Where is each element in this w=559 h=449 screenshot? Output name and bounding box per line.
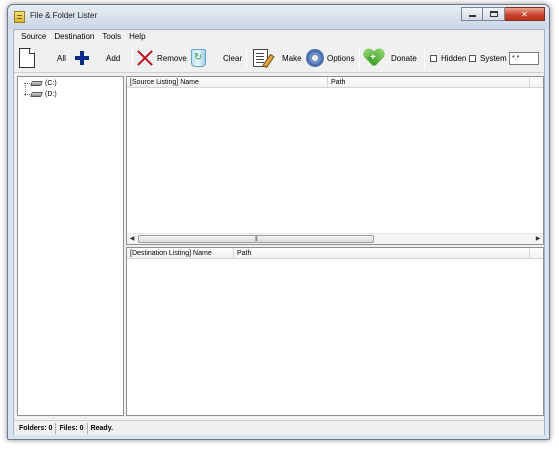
heart-plus-icon: +	[364, 49, 384, 67]
scroll-grip: |||	[254, 236, 258, 242]
drive-icon	[30, 81, 43, 86]
client-area: Source Destination Tools Help All Add Re…	[13, 29, 545, 435]
app-window: File & Folder Lister ✕ Source Destinatio…	[7, 4, 550, 440]
tree-connector	[24, 83, 30, 84]
title-bar[interactable]: File & Folder Lister ✕	[8, 5, 549, 29]
drive-label: (D:)	[45, 91, 57, 98]
add-button[interactable]: Add	[75, 43, 120, 73]
hidden-label: Hidden	[441, 53, 467, 63]
edit-note-icon	[253, 49, 268, 67]
scroll-right-icon[interactable]: ▶	[533, 234, 543, 244]
scroll-thumb[interactable]: |||	[138, 235, 374, 243]
plus-icon	[75, 51, 89, 65]
menu-bar: Source Destination Tools Help	[14, 30, 544, 43]
drive-icon	[30, 92, 43, 97]
system-label: System	[480, 53, 507, 63]
status-files: Files: 0	[56, 422, 88, 434]
donate-button[interactable]: + Donate	[364, 43, 417, 73]
menu-destination[interactable]: Destination	[50, 32, 98, 41]
all-button[interactable]: All	[19, 43, 66, 73]
destination-name-column[interactable]: [Destination Listing] Name	[127, 248, 234, 259]
status-folders: Folders: 0	[16, 422, 57, 434]
donate-label: Donate	[391, 53, 417, 63]
toolbar-separator	[424, 47, 425, 69]
minimize-icon	[468, 15, 476, 17]
add-label: Add	[106, 53, 121, 63]
menu-help[interactable]: Help	[125, 32, 149, 41]
filter-input[interactable]: *.*	[509, 51, 539, 65]
source-list-header: [Source Listing] Name Path	[127, 77, 543, 88]
options-button[interactable]: Options	[306, 43, 355, 73]
filter-field-wrap: *.*	[509, 43, 539, 73]
close-button[interactable]: ✕	[505, 7, 545, 21]
maximize-button[interactable]	[483, 7, 505, 21]
destination-listing[interactable]: [Destination Listing] Name Path	[126, 247, 544, 416]
clear-button[interactable]: Clear	[191, 43, 242, 73]
source-path-column[interactable]: Path	[328, 77, 530, 88]
hidden-checkbox[interactable]: Hidden	[430, 43, 466, 73]
make-label: Make	[282, 53, 302, 63]
gear-icon	[306, 49, 324, 67]
menu-tools[interactable]: Tools	[98, 32, 125, 41]
new-document-icon	[19, 48, 35, 68]
remove-button[interactable]: Remove	[137, 43, 187, 73]
system-checkbox[interactable]: System	[469, 43, 507, 73]
menu-source[interactable]: Source	[17, 32, 50, 41]
hidden-checkbox-box[interactable]	[430, 54, 437, 62]
remove-label: Remove	[157, 53, 187, 63]
minimize-button[interactable]	[461, 7, 483, 21]
maximize-icon	[489, 11, 498, 17]
drive-label: (C:)	[45, 80, 57, 87]
tree-connector	[24, 94, 30, 95]
app-icon	[14, 11, 25, 23]
toolbar-separator	[132, 47, 133, 69]
toolbar: All Add Remove Clear Make Optio	[14, 43, 544, 73]
window-title: File & Folder Lister	[30, 11, 98, 20]
system-checkbox-box[interactable]	[469, 54, 476, 62]
tree-node-d[interactable]: (D:)	[24, 91, 57, 98]
recycle-bin-icon	[191, 49, 206, 67]
source-name-column[interactable]: [Source Listing] Name	[127, 77, 328, 88]
options-label: Options	[327, 53, 355, 63]
status-message: Ready.	[90, 424, 114, 432]
destination-path-column[interactable]: Path	[234, 248, 530, 259]
remove-x-icon	[137, 50, 153, 66]
clear-label: Clear	[223, 53, 243, 63]
scroll-left-icon[interactable]: ◀	[127, 234, 137, 244]
toolbar-separator	[359, 47, 360, 69]
make-button[interactable]: Make	[253, 43, 302, 73]
source-listing[interactable]: [Source Listing] Name Path ◀ ||| ▶	[126, 76, 544, 245]
destination-list-header: [Destination Listing] Name Path	[127, 248, 543, 259]
folder-tree[interactable]: (C:) (D:)	[17, 76, 124, 416]
all-label: All	[57, 53, 66, 63]
caption-buttons: ✕	[461, 7, 545, 21]
tree-node-c[interactable]: (C:)	[24, 80, 57, 87]
status-bar: Folders: 0 Files: 0 Ready.	[14, 420, 544, 435]
close-icon: ✕	[521, 9, 528, 19]
toolbar-separator	[246, 47, 247, 69]
source-horizontal-scrollbar[interactable]: ◀ ||| ▶	[127, 233, 543, 244]
